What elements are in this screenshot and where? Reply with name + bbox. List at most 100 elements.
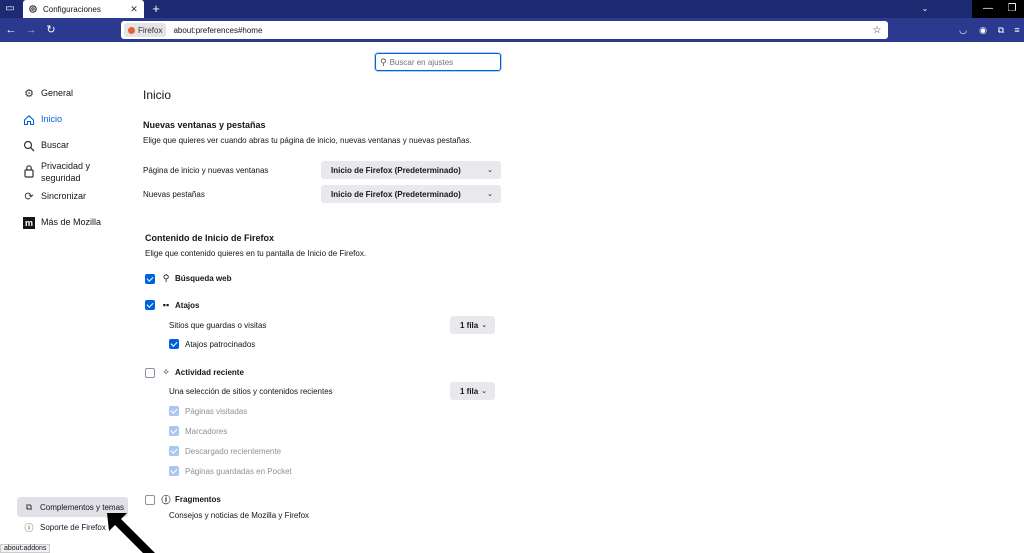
- homepage-select-value: Inicio de Firefox (Predeterminado): [331, 165, 461, 175]
- chevron-down-icon: ⌄: [487, 191, 493, 198]
- sidebar-item-label: Más de Mozilla: [41, 217, 102, 227]
- new-tab-button[interactable]: +: [149, 1, 163, 17]
- firefox-icon: [128, 26, 135, 34]
- web-search-checkbox-row[interactable]: ⚲ Búsqueda web: [145, 273, 231, 284]
- close-tab-icon[interactable]: ✕: [129, 4, 139, 15]
- navigation-toolbar: ← → ↻ Firefox about:preferences#home ☆ ◡…: [0, 18, 1024, 42]
- sidebar-item-search[interactable]: Buscar: [23, 140, 69, 152]
- sidebar-item-sync[interactable]: ⟳ Sincronizar: [23, 191, 86, 203]
- snippets-checkbox-row[interactable]: ⓘ Fragmentos: [145, 493, 221, 506]
- sidebar-item-general[interactable]: ⚙ General: [23, 88, 73, 100]
- bookmark-star-icon[interactable]: ☆: [870, 25, 884, 36]
- sidebar-item-label: Buscar: [41, 140, 70, 150]
- identity-box[interactable]: Firefox: [124, 23, 167, 37]
- bookmarks-label: Marcadores: [185, 426, 228, 436]
- sponsored-shortcuts-row[interactable]: Atajos patrocinados: [169, 339, 255, 349]
- sidebar-item-privacy[interactable]: Privacidad y seguridad: [23, 160, 101, 184]
- recent-activity-checkbox[interactable]: [145, 367, 155, 378]
- account-icon[interactable]: ◉: [976, 23, 990, 37]
- chevron-down-icon: ⌄: [481, 388, 488, 395]
- recent-activity-label: Actividad reciente: [175, 368, 244, 377]
- sidebar-item-more-from-mozilla[interactable]: m Más de Mozilla: [23, 217, 101, 229]
- mozilla-icon: m: [23, 217, 35, 229]
- puzzle-icon: ⧉: [25, 501, 33, 512]
- visited-pages-row[interactable]: Páginas visitadas: [169, 406, 247, 416]
- tab-title: Configuraciones: [43, 4, 101, 14]
- home-content-heading: Contenido de Inicio de Firefox: [145, 233, 275, 243]
- restore-button[interactable]: ❐: [1000, 0, 1024, 18]
- sidebar-item-label: Inicio: [41, 114, 63, 124]
- url-bar[interactable]: Firefox about:preferences#home ☆: [121, 21, 888, 39]
- info-icon: ⓘ: [161, 495, 171, 505]
- gear-icon: ⚙: [24, 88, 34, 100]
- newtabs-label: Nuevas pestañas: [143, 190, 205, 199]
- status-panel: about:addons: [0, 544, 51, 553]
- web-search-label: Búsqueda web: [175, 274, 232, 283]
- sponsored-shortcuts-label: Atajos patrocinados: [185, 339, 256, 349]
- homepage-label: Página de inicio y nuevas ventanas: [143, 166, 269, 175]
- search-icon: [23, 140, 35, 152]
- visited-pages-checkbox[interactable]: [169, 406, 179, 416]
- newtabs-select[interactable]: Inicio de Firefox (Predeterminado) ⌄: [321, 185, 501, 203]
- homepage-select[interactable]: Inicio de Firefox (Predeterminado) ⌄: [321, 161, 501, 179]
- home-icon: [23, 115, 35, 126]
- sidebar-item-label: Sincronizar: [41, 191, 87, 201]
- sidebar-item-label: Privacidad y seguridad: [41, 161, 91, 183]
- sidebar-item-label: General: [41, 88, 74, 98]
- sync-icon: ⟳: [24, 191, 34, 203]
- bookmarks-row[interactable]: Marcadores: [169, 426, 227, 436]
- firefox-support-link[interactable]: ⓘ Soporte de Firefox: [24, 521, 106, 534]
- home-content-description: Elige que contenido quieres en tu pantal…: [145, 249, 367, 258]
- tab-strip: ▭ Configuraciones ✕ + ⌄ — ❐: [0, 0, 1024, 18]
- back-arrow-icon[interactable]: ←: [4, 23, 18, 37]
- chevron-down-icon: ⌄: [481, 322, 488, 329]
- chevron-down-icon[interactable]: ⌄: [915, 0, 935, 18]
- preferences-search[interactable]: ⚲: [375, 53, 501, 71]
- shortcut-rows-label: Sitios que guardas o visitas: [169, 321, 267, 330]
- shortcuts-checkbox[interactable]: [145, 300, 155, 310]
- support-label: Soporte de Firefox: [40, 523, 106, 532]
- hamburger-menu-icon[interactable]: ≡: [1010, 23, 1024, 37]
- snippets-description: Consejos y noticias de Mozilla y Firefox: [169, 511, 310, 520]
- snippets-label: Fragmentos: [175, 495, 221, 504]
- new-windows-heading: Nuevas ventanas y pestañas: [143, 120, 266, 130]
- snippets-checkbox[interactable]: [145, 494, 155, 505]
- sponsored-shortcuts-checkbox[interactable]: [169, 339, 179, 349]
- reload-icon[interactable]: ↻: [44, 23, 58, 37]
- help-icon: ⓘ: [24, 523, 34, 533]
- page-title: Inicio: [143, 88, 172, 102]
- pocket-icon[interactable]: ◡: [956, 23, 970, 37]
- gear-icon: [29, 5, 37, 13]
- tab-configuraciones[interactable]: Configuraciones ✕: [23, 0, 144, 18]
- list-all-tabs-icon[interactable]: ▭: [3, 2, 17, 16]
- recent-activity-checkbox-row[interactable]: ✧ Actividad reciente: [145, 367, 244, 378]
- shortcuts-label: Atajos: [175, 300, 200, 310]
- recent-rows-label: Una selección de sitios y contenidos rec…: [169, 387, 333, 396]
- search-input[interactable]: [389, 57, 495, 67]
- shortcuts-checkbox-row[interactable]: ▪▪ Atajos: [145, 300, 199, 310]
- visited-pages-label: Páginas visitadas: [185, 406, 248, 416]
- shortcut-rows-select[interactable]: 1 fila ⌄: [450, 316, 495, 334]
- pocket-pages-row[interactable]: Páginas guardadas en Pocket: [169, 466, 292, 476]
- recent-downloads-checkbox[interactable]: [169, 446, 179, 456]
- new-windows-description: Elige que quieres ver cuando abras tu pá…: [143, 136, 472, 145]
- search-icon: ⚲: [162, 273, 170, 283]
- pocket-pages-label: Páginas guardadas en Pocket: [185, 466, 292, 476]
- web-search-checkbox[interactable]: [145, 273, 155, 284]
- shortcut-rows-value: 1 fila: [460, 320, 479, 330]
- bookmarks-checkbox[interactable]: [169, 426, 179, 436]
- identity-label: Firefox: [138, 25, 163, 35]
- recent-downloads-row[interactable]: Descargado recientemente: [169, 446, 281, 456]
- pocket-pages-checkbox[interactable]: [169, 466, 179, 476]
- newtabs-select-value: Inicio de Firefox (Predeterminado): [331, 189, 461, 199]
- url-text[interactable]: about:preferences#home: [173, 26, 870, 35]
- forward-arrow-icon[interactable]: →: [24, 23, 38, 37]
- sidebar-item-home[interactable]: Inicio: [23, 114, 62, 126]
- extensions-icon[interactable]: ⧉: [994, 23, 1008, 37]
- search-icon: ⚲: [380, 56, 387, 67]
- sparkle-icon: ✧: [162, 367, 170, 377]
- recent-rows-select[interactable]: 1 fila ⌄: [450, 382, 495, 400]
- recent-downloads-label: Descargado recientemente: [185, 446, 282, 456]
- shortcuts-grid-icon: ▪▪: [162, 300, 170, 310]
- recent-rows-value: 1 fila: [460, 386, 479, 396]
